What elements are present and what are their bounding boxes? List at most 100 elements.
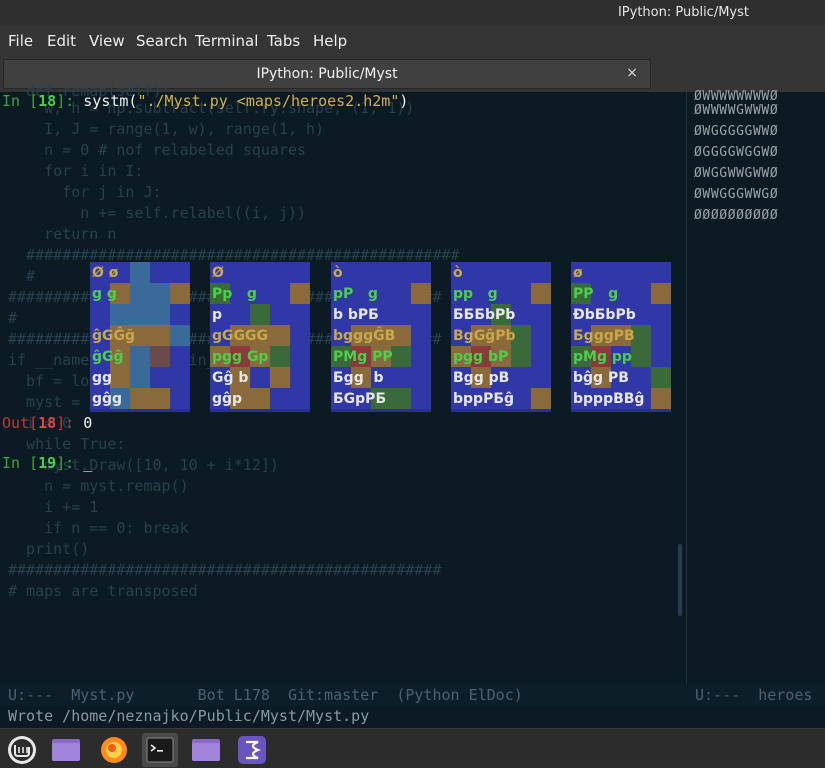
map-cell xyxy=(230,262,250,283)
map-frame-1: Ø ø g g ĝGĜğ ĝGĝ gg gĝg xyxy=(90,262,190,412)
map-frame-3: ò pP g b bPБ bgggĜB PMg PP Бgg b БGpPБ xyxy=(331,262,431,412)
map-cell xyxy=(391,367,411,388)
mint-menu-icon[interactable] xyxy=(4,733,40,767)
terminal-icon[interactable] xyxy=(142,733,178,767)
map-frame-4: ò pp g БББbPb BgGĝPb pgg bP Bgg pB bppPБĝ xyxy=(451,262,551,412)
map-cell xyxy=(250,388,270,409)
ipython-output-18: Out[18]: 0 xyxy=(2,414,93,432)
map-cell xyxy=(391,346,411,367)
map-cell xyxy=(290,388,310,409)
map-row-text: b bPБ xyxy=(333,307,379,323)
map-cell xyxy=(651,346,671,367)
menu-search[interactable]: Search xyxy=(136,32,188,50)
menu-edit[interactable]: Edit xyxy=(47,32,76,50)
map-cell xyxy=(651,262,671,283)
side-map-row: ØGGGGWGGWØ xyxy=(694,145,779,160)
code-line: n += self.relabel((i, j)) xyxy=(8,204,307,222)
map-row-text: bpppBBĝ xyxy=(573,391,645,407)
map-cell xyxy=(391,388,411,409)
folder-icon[interactable] xyxy=(188,733,224,767)
menu-tabs[interactable]: Tabs xyxy=(267,32,300,50)
ipython-input-19[interactable]: In [19]: _ xyxy=(2,453,92,474)
map-cell xyxy=(170,346,190,367)
menu-view[interactable]: View xyxy=(89,32,125,50)
map-row-text: p xyxy=(212,307,223,323)
terminal-area[interactable]: def remap(self): w, h = np.subtract(self… xyxy=(0,82,825,684)
map-row-text: ò xyxy=(333,265,343,281)
map-row-text: БББbPb xyxy=(453,307,516,323)
map-cell xyxy=(511,283,531,304)
code-line: # xyxy=(8,309,18,327)
map-cell xyxy=(290,346,310,367)
map-cell xyxy=(150,304,170,325)
map-cell xyxy=(130,346,150,367)
map-cell xyxy=(150,283,170,304)
emacs-echo-area: Wrote /home/neznajko/Public/Myst/Myst.py xyxy=(0,706,825,728)
window-titlebar: IPython: Public/Myst xyxy=(0,0,825,26)
map-cell xyxy=(511,367,531,388)
code-line: I, J = range(1, w), range(1, h) xyxy=(8,120,325,138)
code-line: if n == 0: break xyxy=(8,519,189,537)
map-cell xyxy=(651,325,671,346)
map-cell xyxy=(531,304,551,325)
map-cell xyxy=(611,262,631,283)
window-divider xyxy=(686,92,687,684)
ipython-input-18: In [18]: systm("./Myst.py <maps/heroes2.… xyxy=(2,92,409,110)
map-row-text: bgggĜB xyxy=(333,328,396,344)
firefox-icon[interactable] xyxy=(96,733,132,767)
side-map-row: ØWGGGGGWWØ xyxy=(694,124,779,139)
map-cell xyxy=(170,283,190,304)
map-cell xyxy=(391,304,411,325)
map-cell xyxy=(270,283,290,304)
map-cell xyxy=(130,262,150,283)
map-cell xyxy=(411,346,431,367)
map-row-text: PP g xyxy=(573,286,619,302)
map-cell xyxy=(391,283,411,304)
map-cell xyxy=(90,304,110,325)
close-icon[interactable]: × xyxy=(626,65,638,81)
modeline-right: U:--- heroes xyxy=(695,686,813,704)
menu-help[interactable]: Help xyxy=(313,32,347,50)
side-map-row: ØØØØØØØØØØ xyxy=(694,208,779,223)
map-cell xyxy=(170,262,190,283)
map-row-text: Bgg pB xyxy=(453,370,510,386)
map-cell xyxy=(150,367,170,388)
side-map-row: ØWGGWWGWWØ xyxy=(694,166,779,181)
menu-terminal[interactable]: Terminal xyxy=(195,32,258,50)
files-folder-icon[interactable] xyxy=(48,733,84,767)
map-cell xyxy=(351,262,371,283)
code-line: return n xyxy=(8,225,117,243)
map-cell xyxy=(270,304,290,325)
code-line: print() xyxy=(8,540,90,558)
window-title: IPython: Public/Myst xyxy=(617,5,749,20)
code-line: for i in I: xyxy=(8,162,144,180)
code-line: # xyxy=(8,267,36,285)
map-row-text: gĝg xyxy=(92,391,123,407)
map-cell xyxy=(531,283,551,304)
map-cell xyxy=(531,388,551,409)
scrollbar[interactable] xyxy=(678,544,682,616)
map-cell xyxy=(531,367,551,388)
code-line: for j in J: xyxy=(8,183,162,201)
code-line: n = 0 # nof relabeled squares xyxy=(8,141,307,159)
side-map-row: ØWWGGGWWGØ xyxy=(694,187,779,202)
map-cell xyxy=(631,262,651,283)
map-cell xyxy=(651,304,671,325)
map-cell xyxy=(591,262,611,283)
taskbar xyxy=(0,728,825,768)
map-row-text: ò xyxy=(453,265,463,281)
map-cell xyxy=(290,304,310,325)
map-cell xyxy=(170,367,190,388)
map-row-text: Gĝ b xyxy=(212,370,249,386)
map-cell xyxy=(491,262,511,283)
map-cell xyxy=(631,367,651,388)
map-cell xyxy=(150,262,170,283)
map-row-text: g g xyxy=(92,286,117,302)
map-cell xyxy=(531,346,551,367)
menu-file[interactable]: File xyxy=(8,32,33,50)
emacs-icon[interactable] xyxy=(234,733,270,767)
map-cell xyxy=(531,325,551,346)
map-cell xyxy=(270,388,290,409)
map-cell xyxy=(170,325,190,346)
map-cell xyxy=(411,304,431,325)
